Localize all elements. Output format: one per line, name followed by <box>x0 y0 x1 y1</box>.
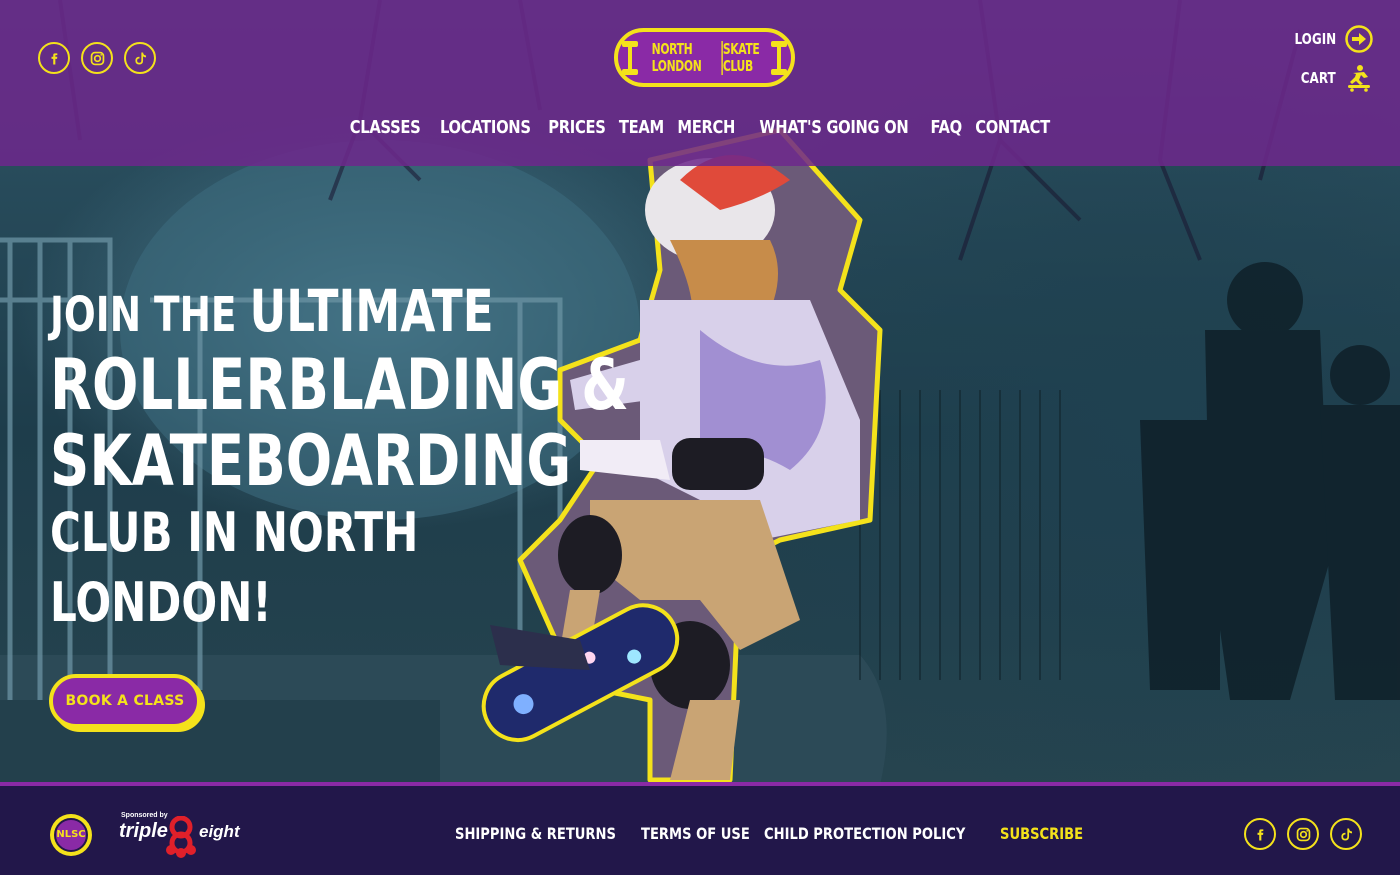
nav-prices[interactable]: PRICES <box>549 117 607 138</box>
footer-child-protection[interactable]: CHILD PROTECTION POLICY <box>764 824 965 843</box>
club-badge-logo[interactable]: NL SC <box>50 814 92 856</box>
sponsor-by-text: Sponsored by <box>121 812 168 819</box>
tiktok-icon[interactable] <box>124 42 156 74</box>
logo-north: NORTH <box>651 39 693 58</box>
nav-team[interactable]: TEAM <box>619 117 664 138</box>
login-label: LOGIN <box>1294 30 1336 48</box>
site-logo[interactable]: NORTH SKATE LONDON CLUB <box>614 28 795 87</box>
nav-classes[interactable]: CLASSES <box>349 117 420 138</box>
headline-line-4: CLUB IN NORTH <box>50 501 419 564</box>
footer-nav: SHIPPING & RETURNS TERMS OF USE CHILD PR… <box>455 824 1083 843</box>
headline-line-3: SKATEBOARDING <box>50 420 572 502</box>
footer-terms-of-use[interactable]: TERMS OF USE <box>641 824 750 843</box>
facebook-icon[interactable] <box>38 42 70 74</box>
nav-merch[interactable]: MERCH <box>677 117 735 138</box>
sponsor-brand-triple: triple <box>119 820 168 842</box>
instagram-icon[interactable] <box>81 42 113 74</box>
footer-shipping-returns[interactable]: SHIPPING & RETURNS <box>455 824 616 843</box>
headline-ultimate: ULTIMATE <box>249 277 494 345</box>
tiktok-icon[interactable] <box>1330 818 1362 850</box>
cart-link[interactable]: CART <box>1264 63 1374 93</box>
headline-join: JOIN THE <box>50 287 250 343</box>
logo-truck-icon <box>622 40 639 75</box>
nav-contact[interactable]: CONTACT <box>976 117 1051 138</box>
login-arrow-icon <box>1344 24 1374 54</box>
skater-cart-icon <box>1344 63 1374 93</box>
footer-subscribe[interactable]: SUBSCRIBE <box>1000 824 1083 843</box>
header-social-links <box>38 42 156 74</box>
logo-truck-icon <box>770 40 787 75</box>
triple-eight-mark-icon <box>166 816 196 858</box>
footer-social-links <box>1244 818 1362 850</box>
book-a-class-button[interactable]: BOOK A CLASS <box>49 674 201 728</box>
headline-line-2: ROLLERBLADING & <box>50 344 629 426</box>
nav-faq[interactable]: FAQ <box>931 117 963 138</box>
badge-bottom: SC <box>71 829 86 840</box>
logo-wordmark: NORTH SKATE LONDON CLUB <box>642 39 767 75</box>
headline-line-5: LONDON! <box>50 571 272 634</box>
user-links: LOGIN CART <box>1264 24 1374 102</box>
cart-label: CART <box>1301 69 1336 87</box>
hero-headline: JOIN THE ULTIMATE ROLLERBLADING & SKATEB… <box>50 282 629 634</box>
facebook-icon[interactable] <box>1244 818 1276 850</box>
sponsor-brand-eight: eight <box>199 822 240 841</box>
main-nav: CLASSES LOCATIONS PRICES TEAM MERCH WHAT… <box>0 117 1400 138</box>
nav-whats-going-on[interactable]: WHAT'S GOING ON <box>760 117 909 138</box>
logo-club: CLUB <box>721 57 760 75</box>
badge-top: NL <box>56 829 72 840</box>
sponsor-logo[interactable]: Sponsored by triple eight <box>119 812 259 858</box>
instagram-icon[interactable] <box>1287 818 1319 850</box>
logo-skate: SKATE <box>721 39 760 58</box>
nav-locations[interactable]: LOCATIONS <box>440 117 531 138</box>
logo-london: LONDON <box>651 56 702 75</box>
login-link[interactable]: LOGIN <box>1264 24 1374 54</box>
